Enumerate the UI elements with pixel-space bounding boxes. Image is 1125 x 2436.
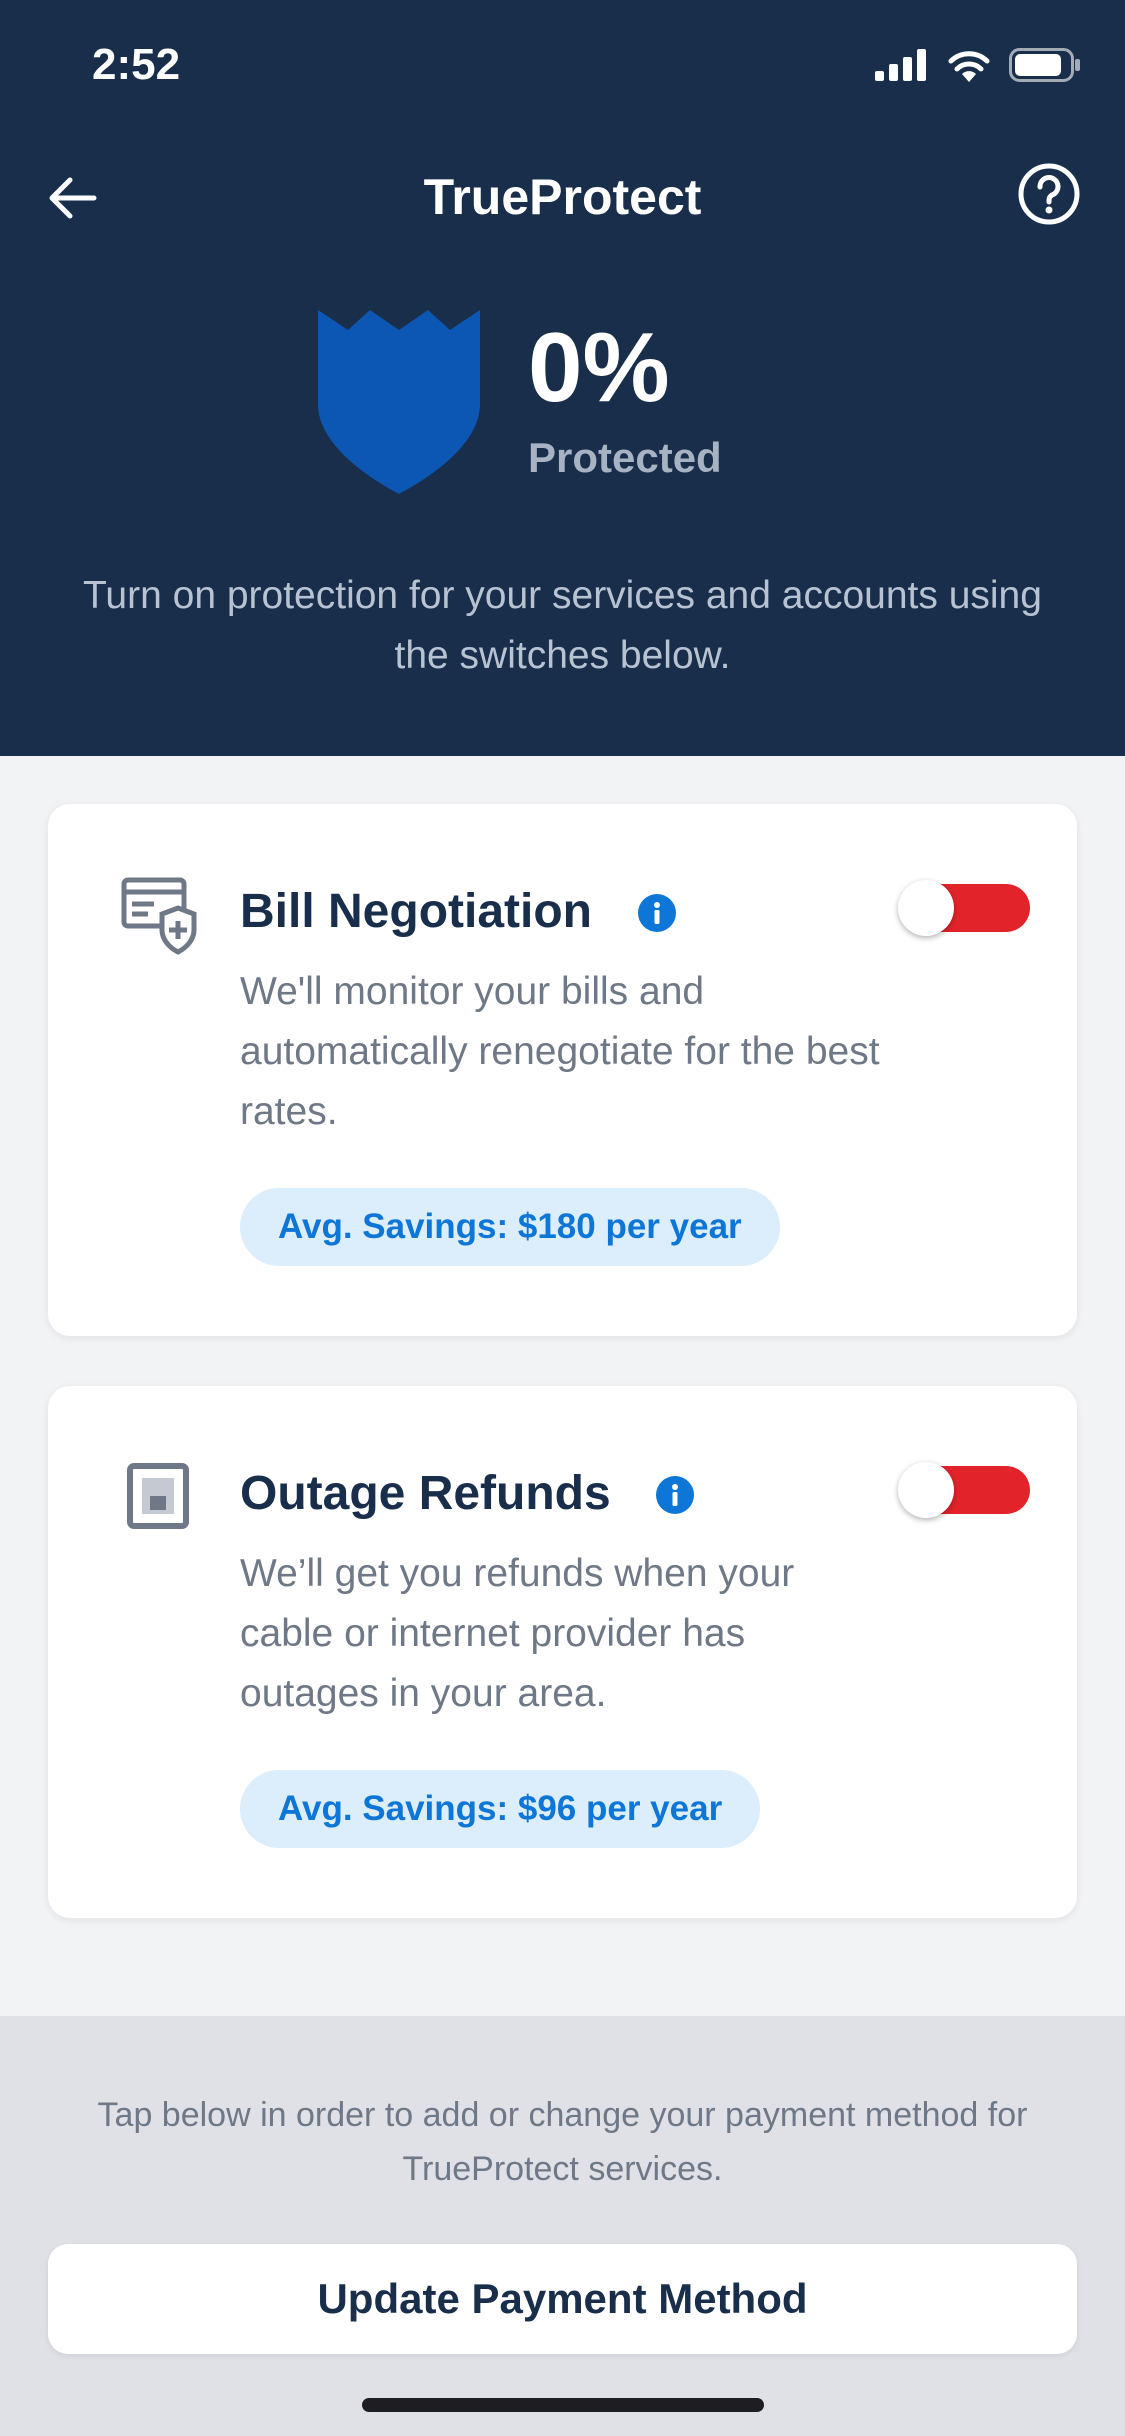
help-circle-icon[interactable] (1017, 162, 1081, 226)
header-section: 2:52 TrueProtect 0% Protected Turn on pr… (0, 0, 1125, 756)
services-list: Bill Negotiation We'll monitor your bill… (0, 756, 1125, 2016)
bill-shield-icon (121, 877, 197, 955)
service-card-bill-negotiation: Bill Negotiation We'll monitor your bill… (48, 804, 1077, 1336)
update-payment-method-button[interactable]: Update Payment Method (48, 2244, 1077, 2354)
savings-badge: Avg. Savings: $96 per year (240, 1770, 761, 1848)
service-description: We'll monitor your bills and automatical… (240, 970, 880, 1133)
signal-icon (875, 49, 926, 81)
battery-icon (1009, 48, 1080, 82)
info-icon[interactable] (638, 894, 676, 932)
device-icon (127, 1463, 189, 1529)
home-indicator (362, 2398, 764, 2412)
service-title: Outage Refunds (240, 1467, 611, 1520)
toggle-knob (898, 880, 954, 936)
service-description: We’ll get you refunds when your cable or… (240, 1552, 795, 1715)
wifi-icon (948, 51, 990, 82)
shield-icon (318, 310, 480, 494)
status-time: 2:52 (92, 40, 181, 89)
service-card-outage-refunds: Outage Refunds We’ll get you refunds whe… (48, 1386, 1077, 1918)
page-title: TrueProtect (423, 169, 702, 225)
payment-instructions: Tap below in order to add or change your… (97, 2096, 1028, 2188)
info-icon[interactable] (656, 1476, 694, 1514)
protection-label: Protected (528, 434, 722, 481)
toggle-knob (898, 1462, 954, 1518)
savings-badge: Avg. Savings: $180 per year (240, 1188, 780, 1266)
protection-percent: 0% (528, 312, 670, 422)
outage-refunds-toggle[interactable] (898, 1462, 1048, 1518)
protection-description: Turn on protection for your services and… (83, 574, 1042, 677)
bill-negotiation-toggle[interactable] (898, 880, 1048, 936)
service-title: Bill Negotiation (240, 885, 592, 938)
status-icons (875, 48, 1081, 82)
